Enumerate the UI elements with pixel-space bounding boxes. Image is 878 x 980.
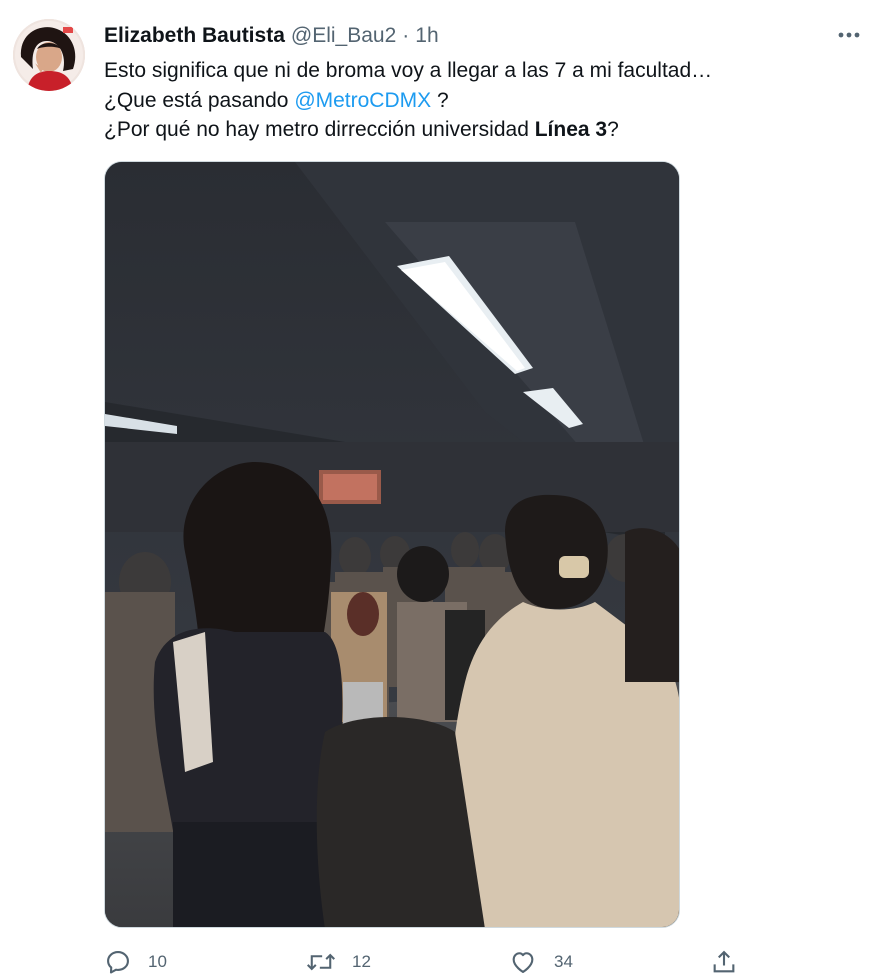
retweet-count: 12 — [352, 952, 371, 971]
avatar-photo-icon — [13, 19, 85, 91]
tweet-text-segment: ? — [436, 88, 449, 112]
tweet-text-segment: Esto significa que ni de broma voy a lle… — [104, 59, 713, 82]
heart-icon — [512, 952, 534, 973]
retweet-button[interactable]: 12 — [306, 944, 371, 980]
tweet-text-segment: ¿Por qué no hay metro dirrección univers… — [104, 118, 529, 141]
reply-icon — [107, 951, 129, 974]
tweet-text: Esto significa que ni de broma voy a lle… — [104, 56, 864, 145]
more-options-icon — [838, 32, 860, 38]
tweet-timestamp[interactable]: 1h — [415, 24, 438, 48]
separator-dot: · — [402, 24, 410, 47]
tweet-text-line-1: Esto significa que ni de broma voy a lle… — [104, 56, 864, 86]
retweet-icon — [306, 953, 336, 971]
author-avatar[interactable] — [13, 19, 85, 91]
share-button[interactable] — [710, 944, 738, 980]
tweet-header: Elizabeth Bautista @Eli_Bau2 · 1h — [104, 22, 439, 50]
like-button[interactable]: 34 — [508, 944, 573, 980]
tweet-photo[interactable] — [104, 161, 680, 928]
more-options-button[interactable] — [832, 24, 866, 46]
author-handle[interactable]: @Eli_Bau2 — [291, 24, 396, 48]
tweet-text-line-2: ¿Que está pasando @MetroCDMX ? — [104, 86, 864, 116]
tweet: Elizabeth Bautista @Eli_Bau2 · 1h Esto s… — [0, 0, 878, 980]
tweet-actions: 10 12 34 — [104, 944, 864, 980]
share-icon — [713, 950, 735, 973]
mention-link[interactable]: @MetroCDMX — [294, 89, 431, 112]
tweet-text-line-3: ¿Por qué no hay metro dirrección univers… — [104, 115, 864, 145]
like-count: 34 — [554, 952, 573, 971]
reply-button[interactable]: 10 — [104, 944, 167, 980]
reply-count: 10 — [148, 952, 167, 971]
bold-text: Línea 3 — [534, 118, 608, 141]
metro-platform-photo — [105, 162, 679, 927]
tweet-text-segment: ? — [607, 118, 619, 141]
author-name[interactable]: Elizabeth Bautista — [104, 24, 285, 48]
tweet-text-segment: ¿Que está pasando — [104, 88, 289, 112]
